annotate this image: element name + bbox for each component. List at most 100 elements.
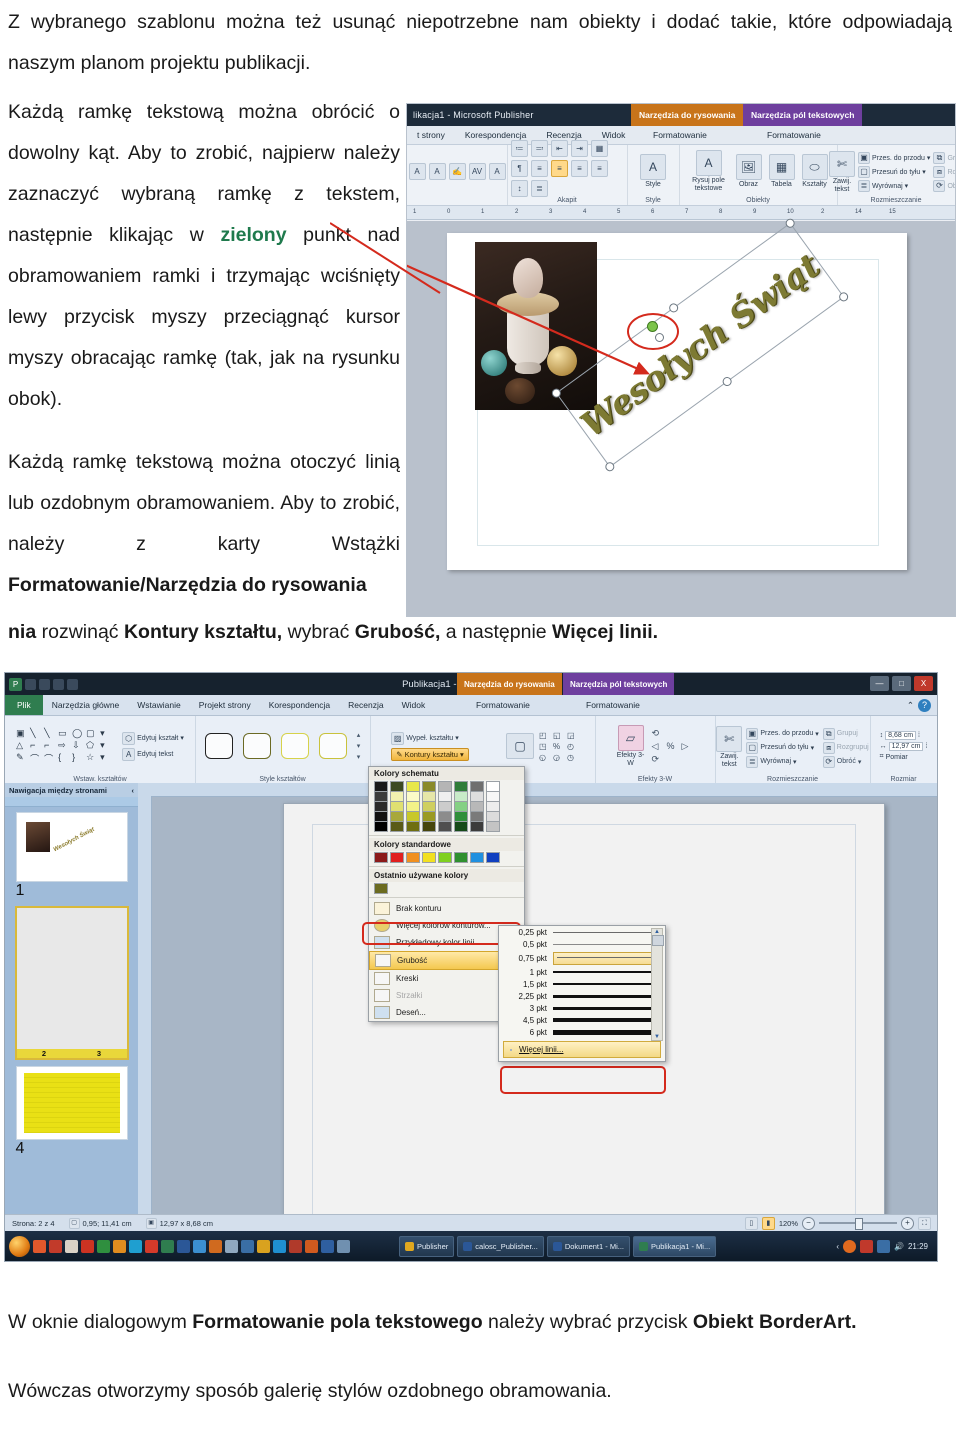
- character-spacing-icon[interactable]: AV: [468, 162, 486, 180]
- align-right-icon[interactable]: ≡: [571, 160, 588, 177]
- align-center-icon[interactable]: ≡: [551, 160, 568, 177]
- clock-time[interactable]: 21:29: [908, 1242, 928, 1251]
- standard-color-yellow[interactable]: [422, 852, 436, 863]
- send-back-button-2[interactable]: ▢ Przesuń do tyłu ▾: [746, 741, 818, 754]
- tab-plik[interactable]: Plik: [5, 695, 43, 715]
- tab-korespondencja[interactable]: Korespondencja: [455, 130, 536, 140]
- group-button-2[interactable]: ⧉ Grupuj: [822, 727, 869, 740]
- quicklaunch-icon-11[interactable]: [193, 1239, 206, 1253]
- minimize-button[interactable]: —: [870, 676, 889, 691]
- taskbar-item-publikacja1[interactable]: Publikacja1 - Mi...: [633, 1235, 717, 1257]
- standard-color-blue[interactable]: [486, 852, 500, 863]
- shape-rect-icon[interactable]: ▭: [58, 728, 71, 739]
- shape-elbow-icon[interactable]: ⌐: [30, 740, 43, 751]
- shape-scroll-icon[interactable]: ▾: [100, 740, 113, 751]
- draw-textbox-button[interactable]: A Rysuj pole tekstowe: [689, 149, 729, 193]
- tab-projekt-strony[interactable]: t strony: [407, 130, 455, 140]
- tray-volume-icon[interactable]: 🔊: [894, 1242, 904, 1251]
- shape-line-icon[interactable]: ╲: [30, 728, 43, 739]
- shadow-dir-7-icon[interactable]: ◶: [553, 753, 565, 762]
- tray-icon-2[interactable]: [860, 1239, 873, 1253]
- ribbon-tab-strip[interactable]: t strony Korespondencja Recenzja Widok F…: [407, 126, 955, 145]
- font-color-icon[interactable]: A: [488, 162, 506, 180]
- ungroup-button[interactable]: ⧈Roz: [933, 166, 955, 178]
- tilt-up-icon[interactable]: ⟲: [652, 728, 665, 739]
- shape-outline-chevron-down-icon[interactable]: ▾: [460, 750, 464, 759]
- shape-arc-icon[interactable]: ⌒: [44, 752, 57, 765]
- menu-item-brak-konturu[interactable]: Brak konturu: [369, 900, 524, 917]
- help-area[interactable]: ⌃ ?: [907, 698, 931, 712]
- page-thumb-1[interactable]: Wesołych Świąt: [15, 812, 128, 882]
- tab-formatowanie-textbox-2[interactable]: Formatowanie: [577, 700, 649, 710]
- zoom-slider[interactable]: [819, 1218, 897, 1230]
- send-back-button[interactable]: ▢ Przesuń do tyłu ▾: [858, 166, 930, 178]
- bring-front-chevron-down-icon-2[interactable]: ▾: [815, 730, 819, 738]
- weight-row-3[interactable]: 1 pkt: [499, 966, 665, 978]
- shape-style-4[interactable]: [318, 733, 347, 759]
- decrease-indent-icon[interactable]: ⇤: [551, 140, 568, 157]
- window-controls[interactable]: — □ X: [870, 676, 933, 691]
- shadow-dir-3-icon[interactable]: ◲: [567, 731, 579, 740]
- style-button[interactable]: A Style: [640, 153, 666, 189]
- zoom-out-button[interactable]: −: [802, 1216, 815, 1230]
- shape-star-icon[interactable]: ☆: [86, 752, 99, 765]
- edit-shape-chevron-down-icon[interactable]: ▾: [180, 734, 184, 742]
- shape-height-field[interactable]: ↕ 8,68 cm ⁞: [880, 731, 920, 740]
- two-page-view-icon[interactable]: ▮: [761, 1216, 775, 1230]
- page-thumb-4[interactable]: [15, 1066, 128, 1140]
- quicklaunch-icon-12[interactable]: [209, 1239, 222, 1253]
- shadow-center-icon[interactable]: %: [553, 742, 565, 751]
- clear-format-icon[interactable]: ✍: [448, 162, 466, 180]
- wrap-text-button-2[interactable]: ✄ Zawij. tekst: [716, 719, 743, 776]
- collapse-ribbon-icon[interactable]: ⌃: [907, 700, 914, 711]
- align-left-icon[interactable]: ≡: [531, 160, 548, 177]
- align-chevron-down-icon-2[interactable]: ▾: [793, 758, 797, 766]
- submenu-scroll-thumb[interactable]: [652, 935, 664, 946]
- tilt-left-icon[interactable]: ◁: [652, 741, 665, 752]
- fit-page-icon[interactable]: ⛶: [918, 1216, 931, 1230]
- tab-recenzja[interactable]: Recenzja: [536, 130, 591, 140]
- edit-shape-button[interactable]: ⬡ Edytuj kształt ▾: [122, 731, 184, 745]
- weight-row-0[interactable]: 0,25 pkt: [499, 926, 665, 938]
- quicklaunch-icon-7[interactable]: [129, 1239, 142, 1253]
- publication-canvas[interactable]: Wesołych Świąt: [407, 216, 955, 616]
- quicklaunch-icon-2[interactable]: [49, 1239, 62, 1253]
- height-value[interactable]: 8,68 cm: [885, 731, 917, 740]
- tilt-percent-icon[interactable]: %: [667, 741, 680, 752]
- taskbar-item-dokument1[interactable]: Dokument1 - Mi...: [546, 1235, 631, 1257]
- quicklaunch-icon-18[interactable]: [305, 1239, 318, 1253]
- shape-triangle-icon[interactable]: △: [16, 740, 29, 751]
- align-chevron-down-icon[interactable]: ▾: [905, 182, 909, 190]
- tab-formatowanie-drawing-2[interactable]: Formatowanie: [467, 700, 539, 710]
- standard-colors-row[interactable]: [369, 851, 524, 864]
- shrink-font-icon[interactable]: A: [428, 162, 446, 180]
- ungroup-button-2[interactable]: ⧈ Rozgrupuj: [822, 741, 869, 754]
- scheme-col-3[interactable]: [422, 781, 436, 832]
- columns-icon[interactable]: ▦: [591, 140, 608, 157]
- shape-gallery-expand-icon[interactable]: ▾: [100, 752, 113, 765]
- quicklaunch-icon-17[interactable]: [289, 1239, 302, 1253]
- tray-expand-icon[interactable]: ‹: [836, 1242, 839, 1251]
- zoom-slider-knob[interactable]: [855, 1218, 863, 1230]
- rotate-chevron-down-icon-2[interactable]: ▾: [858, 758, 862, 766]
- shape-brace-right-icon[interactable]: }: [72, 752, 85, 765]
- tray-icon-1[interactable]: [843, 1239, 856, 1253]
- send-back-chevron-down-icon-2[interactable]: ▾: [811, 744, 815, 752]
- page-thumb-4-wrap[interactable]: 4: [15, 1066, 128, 1158]
- weight-row-7[interactable]: 4,5 pkt: [499, 1014, 665, 1026]
- recent-color-1[interactable]: [374, 883, 388, 894]
- style-ksztaltow-gallery[interactable]: ▴ ▾ ▾: [200, 716, 366, 776]
- horizontal-ruler[interactable]: 1 0 1 2 3 4 5 6 7 8 9 10 2 14 15: [407, 206, 955, 220]
- single-page-view-icon[interactable]: ▯: [744, 1216, 758, 1230]
- shape-style-3[interactable]: [280, 733, 309, 759]
- align-justify-icon[interactable]: ≡: [591, 160, 608, 177]
- paragraph-settings-icon[interactable]: ≣: [531, 180, 548, 197]
- height-stepper[interactable]: ⁞: [918, 732, 920, 739]
- tab-formatowanie-drawing[interactable]: Formatowanie: [643, 130, 717, 140]
- shape-arrow-right-icon[interactable]: ⇨: [58, 740, 71, 751]
- page-thumb-2-3[interactable]: 2 3: [14, 906, 129, 1060]
- page-navigation-pane[interactable]: Nawigacja między stronami ‹ Wesołych Świ…: [5, 783, 139, 1215]
- bullets-icon[interactable]: ≔: [511, 140, 528, 157]
- quicklaunch-icon-19[interactable]: [321, 1239, 334, 1253]
- image-button[interactable]: 🖼 Obraz: [735, 153, 762, 189]
